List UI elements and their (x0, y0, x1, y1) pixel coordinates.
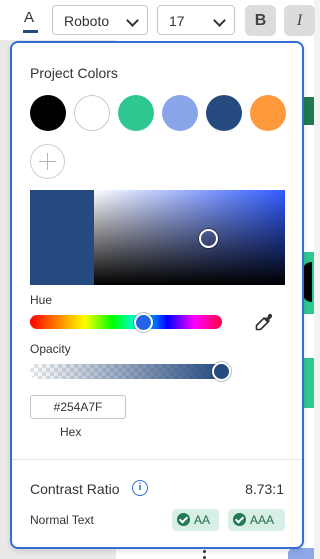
check-circle-icon (177, 513, 190, 526)
add-color-button[interactable] (30, 144, 65, 179)
chevron-down-icon (126, 14, 139, 27)
eyedropper-icon[interactable] (253, 311, 275, 333)
color-picker-popover: Project Colors Hue Opacity Hex Contrast … (10, 41, 304, 549)
normal-text-label: Normal Text (30, 513, 94, 527)
hue-label: Hue (30, 293, 53, 307)
swatch-periwinkle[interactable] (162, 95, 198, 131)
aaa-badge-label: AAA (250, 513, 275, 527)
aaa-pass-badge: AAA (228, 509, 285, 531)
font-family-select[interactable]: Roboto (52, 5, 148, 35)
opacity-label: Opacity (30, 342, 71, 356)
check-circle-icon (233, 513, 246, 526)
saturation-value-area[interactable] (94, 190, 285, 285)
info-icon[interactable]: i (132, 480, 148, 496)
bold-button[interactable]: B (245, 5, 276, 36)
text-color-indicator (23, 30, 38, 33)
opacity-slider[interactable] (30, 364, 222, 379)
text-toolbar: A Roboto 17 B I (0, 0, 315, 40)
project-colors-title: Project Colors (30, 65, 118, 81)
text-color-button[interactable]: A (18, 6, 42, 34)
saturation-value-handle[interactable] (199, 229, 218, 248)
swatch-orange[interactable] (250, 95, 286, 131)
swatch-green[interactable] (118, 95, 154, 131)
swatch-black[interactable] (30, 95, 66, 131)
font-family-value: Roboto (64, 13, 110, 29)
color-preview (30, 190, 94, 285)
font-size-value: 17 (169, 13, 185, 29)
swatch-navy[interactable] (206, 95, 242, 131)
aa-badge-label: AA (194, 513, 211, 527)
hue-slider[interactable] (30, 315, 222, 329)
font-size-select[interactable]: 17 (157, 5, 235, 35)
hue-slider-handle[interactable] (134, 313, 153, 332)
chevron-down-icon (213, 14, 226, 27)
hex-input[interactable] (30, 395, 126, 419)
divider (12, 459, 302, 460)
canvas-shape (288, 548, 314, 559)
contrast-ratio-title: Contrast Ratio (30, 481, 120, 497)
hex-label: Hex (60, 425, 82, 439)
contrast-ratio-value: 8.73:1 (245, 481, 284, 497)
text-color-icon: A (24, 9, 35, 26)
aa-pass-badge: AA (172, 509, 219, 531)
opacity-slider-handle[interactable] (212, 362, 231, 381)
swatch-white[interactable] (74, 95, 110, 131)
italic-button[interactable]: I (284, 5, 315, 36)
